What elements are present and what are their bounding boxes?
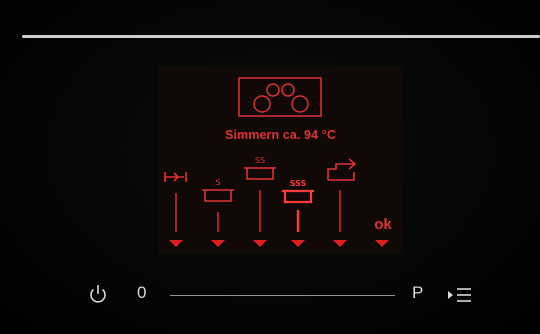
svg-text:SSS: SSS [290,179,307,188]
top-divider [22,35,540,38]
power-icon[interactable] [88,283,108,305]
function-row: S SS SSS [164,156,389,247]
menu-play-icon[interactable] [447,285,473,305]
p-button[interactable]: P [412,283,423,303]
simmer-level-3-icon[interactable]: SSS [282,179,314,204]
simmer-level-1-icon[interactable]: S [202,178,234,202]
power-slider[interactable] [170,295,395,296]
cooktop-icon [238,77,322,117]
simmer-level-1-select-arrow[interactable] [211,240,225,247]
boost-select-arrow[interactable] [169,240,183,247]
ok-select-arrow[interactable] [375,240,389,247]
status-text: Simmern ca. 94 °C [225,128,336,142]
ok-button[interactable]: ok [368,216,398,233]
simmer-level-2-icon[interactable]: SS [244,156,276,180]
svg-text:SS: SS [255,156,265,165]
simmer-level-2-select-arrow[interactable] [253,240,267,247]
pan-lid-icon[interactable] [327,158,357,181]
pan-lid-select-arrow[interactable] [333,240,347,247]
control-panel: Simmern ca. 94 °C S SS SSS ok 0 P [0,0,540,334]
simmer-level-3-select-arrow[interactable] [291,240,305,247]
boost-icon[interactable] [164,172,187,182]
touch-controls: 0 P [0,275,540,315]
svg-text:S: S [215,178,220,187]
level-zero-label[interactable]: 0 [137,283,146,303]
